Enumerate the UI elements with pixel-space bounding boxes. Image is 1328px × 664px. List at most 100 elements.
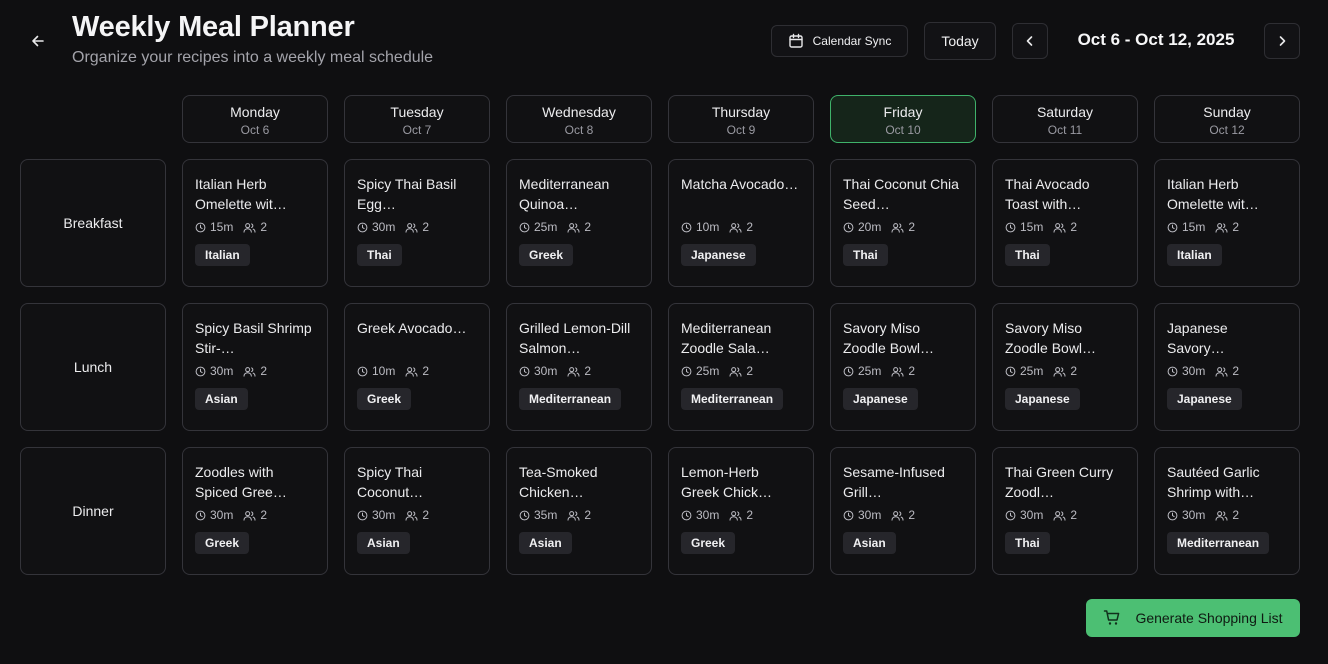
clock-icon (357, 510, 368, 521)
users-icon (567, 366, 580, 377)
meal-card[interactable]: Thai Avocado Toast with… 15m 2 Thai (992, 159, 1138, 287)
calendar-sync-label: Calendar Sync (812, 34, 892, 48)
servings-value: 2 (422, 364, 430, 378)
users-icon (891, 222, 904, 233)
meal-meta: 30m 2 (843, 508, 963, 522)
meal-card[interactable]: Spicy Thai Basil Egg… 30m 2 Thai (344, 159, 490, 287)
day-date: Oct 6 (240, 123, 270, 137)
clock-icon (519, 366, 530, 377)
prep-time: 15m (1167, 220, 1205, 234)
meal-meta: 20m 2 (843, 220, 963, 234)
meal-title: Thai Avocado Toast with… (1005, 176, 1090, 212)
prep-time: 15m (1005, 220, 1043, 234)
day-name: Sunday (1203, 104, 1251, 120)
clock-icon (357, 366, 368, 377)
cuisine-tag: Thai (1005, 244, 1050, 266)
prep-time-value: 30m (858, 508, 882, 522)
meal-card[interactable]: Sesame-Infused Grill… 30m 2 Asian (830, 447, 976, 575)
generate-shopping-list-button[interactable]: Generate Shopping List (1086, 599, 1300, 637)
day-name: Thursday (711, 104, 771, 120)
users-icon (1215, 222, 1228, 233)
meal-card[interactable]: Spicy Basil Shrimp Stir-… 30m 2 Asian (182, 303, 328, 431)
servings: 2 (729, 364, 753, 378)
users-icon (243, 366, 256, 377)
clock-icon (195, 510, 206, 521)
day-name: Tuesday (390, 104, 444, 120)
prep-time: 30m (681, 508, 719, 522)
meal-card[interactable]: Greek Avocado… 10m 2 Greek (344, 303, 490, 431)
meal-card[interactable]: Italian Herb Omelette wit… 15m 2 Italian (182, 159, 328, 287)
meal-title: Sesame-Infused Grill… (843, 464, 945, 500)
meal-card[interactable]: Thai Coconut Chia Seed… 20m 2 Thai (830, 159, 976, 287)
meal-card[interactable]: Savory Miso Zoodle Bowl… 25m 2 Japanese (992, 303, 1138, 431)
prep-time: 30m (1167, 364, 1205, 378)
meal-card[interactable]: Savory Miso Zoodle Bowl… 25m 2 Japanese (830, 303, 976, 431)
users-icon (1053, 510, 1066, 521)
prep-time-value: 30m (1182, 508, 1206, 522)
prep-time-value: 10m (696, 220, 720, 234)
prep-time-value: 30m (534, 364, 558, 378)
servings: 2 (567, 508, 591, 522)
date-range: Oct 6 - Oct 12, 2025 (1077, 30, 1235, 49)
day-header-monday: Monday Oct 6 (182, 95, 328, 143)
calendar-sync-button[interactable]: Calendar Sync (771, 25, 908, 57)
meal-card[interactable]: Spicy Thai Coconut… 30m 2 Asian (344, 447, 490, 575)
meal-card[interactable]: Mediterranean Zoodle Sala… 25m 2 Mediterran… (668, 303, 814, 431)
meal-card[interactable]: Lemon-Herb Greek Chick… 30m 2 Greek (668, 447, 814, 575)
day-header-wednesday: Wednesday Oct 8 (506, 95, 652, 143)
meal-card[interactable]: Tea-Smoked Chicken… 35m 2 Asian (506, 447, 652, 575)
meal-card[interactable]: Mediterranean Quinoa… 25m 2 Greek (506, 159, 652, 287)
servings-value: 2 (584, 220, 592, 234)
meal-card[interactable]: Italian Herb Omelette wit… 15m 2 Italian (1154, 159, 1300, 287)
cuisine-tag: Italian (1167, 244, 1222, 266)
users-icon (405, 510, 418, 521)
meal-title: Mediterranean Quinoa… (519, 176, 610, 212)
servings: 2 (729, 508, 753, 522)
prep-time: 30m (195, 508, 233, 522)
meal-meta: 30m 2 (519, 364, 639, 378)
clock-icon (1005, 366, 1016, 377)
meal-card[interactable]: Zoodles with Spiced Gree… 30m 2 Greek (182, 447, 328, 575)
prep-time-value: 15m (1182, 220, 1206, 234)
calendar-icon (788, 33, 803, 48)
back-button[interactable] (26, 29, 50, 53)
previous-week-button[interactable] (1012, 23, 1048, 59)
cuisine-tag: Japanese (1005, 388, 1080, 410)
servings: 2 (891, 364, 915, 378)
meal-card[interactable]: Japanese Savory… 30m 2 Japanese (1154, 303, 1300, 431)
chevron-left-icon (1026, 36, 1033, 46)
meal-meta: 15m 2 (1005, 220, 1125, 234)
servings: 2 (243, 508, 267, 522)
meal-title: Thai Green Curry Zoodl… (1005, 464, 1114, 500)
prep-time-value: 25m (858, 364, 882, 378)
cuisine-tag: Asian (195, 388, 248, 410)
meal-meta: 30m 2 (1167, 364, 1287, 378)
cuisine-tag: Mediterranean (681, 388, 784, 410)
meal-title: Savory Miso Zoodle Bowl… (1005, 320, 1097, 356)
day-header-thursday: Thursday Oct 9 (668, 95, 814, 143)
users-icon (1215, 510, 1228, 521)
cuisine-tag: Asian (519, 532, 572, 554)
meal-meta: 30m 2 (681, 508, 801, 522)
prep-time: 35m (519, 508, 557, 522)
meal-title: Matcha Avocado… (681, 176, 799, 192)
next-week-button[interactable] (1264, 23, 1300, 59)
prep-time-value: 10m (372, 364, 396, 378)
meal-card[interactable]: Thai Green Curry Zoodl… 30m 2 Thai (992, 447, 1138, 575)
meal-card[interactable]: Sautéed Garlic Shrimp with… 30m 2 Mediterra… (1154, 447, 1300, 575)
meal-card[interactable]: Grilled Lemon-Dill Salmon… 30m 2 Mediterran… (506, 303, 652, 431)
meal-card[interactable]: Matcha Avocado… 10m 2 Japanese (668, 159, 814, 287)
cuisine-tag: Japanese (681, 244, 756, 266)
prep-time: 25m (681, 364, 719, 378)
servings: 2 (891, 508, 915, 522)
clock-icon (357, 222, 368, 233)
cuisine-tag: Japanese (1167, 388, 1242, 410)
clock-icon (519, 510, 530, 521)
users-icon (729, 510, 742, 521)
users-icon (729, 366, 742, 377)
clock-icon (681, 366, 692, 377)
today-button[interactable]: Today (924, 22, 996, 60)
users-icon (891, 510, 904, 521)
meal-title: Greek Avocado… (357, 320, 467, 336)
servings: 2 (567, 220, 591, 234)
